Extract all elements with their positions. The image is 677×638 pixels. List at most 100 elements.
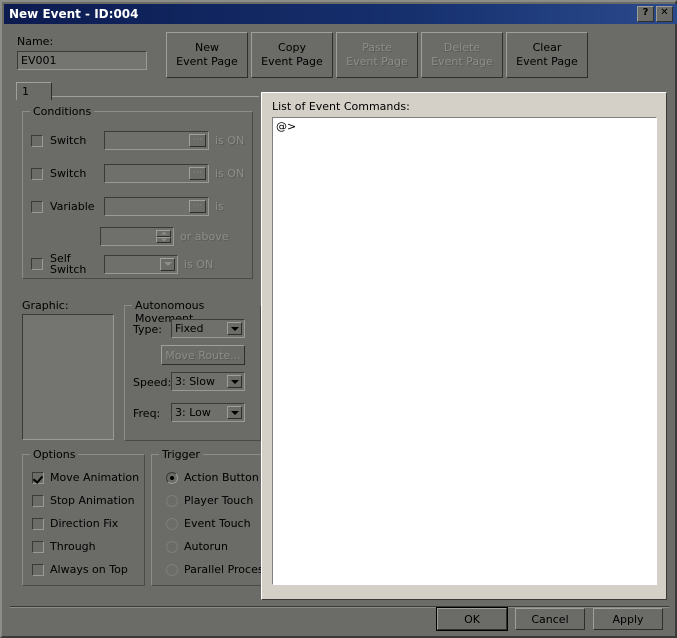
- paste-event-page-line2: Event Page: [346, 55, 408, 68]
- condition-variable-suffix: is: [215, 200, 224, 213]
- options-group: Options Move Animation Stop Animation Di…: [22, 448, 145, 586]
- option-direction-fix-checkbox[interactable]: [32, 517, 44, 530]
- condition-switch-2-checkbox[interactable]: [31, 167, 43, 180]
- paste-event-page-line1: Paste: [362, 41, 392, 54]
- new-event-page-button[interactable]: New Event Page: [166, 32, 248, 78]
- option-always-on-top[interactable]: Always on Top: [32, 563, 128, 576]
- copy-event-page-line2: Event Page: [261, 55, 323, 68]
- condition-self-switch-suffix: is ON: [184, 257, 214, 271]
- condition-row-switch-1: Switch ··· is ON: [31, 131, 244, 150]
- condition-self-switch-checkbox[interactable]: [31, 258, 43, 270]
- trigger-player-touch-label: Player Touch: [184, 494, 254, 507]
- close-icon[interactable]: ✕: [656, 6, 673, 22]
- condition-self-switch-combo: [104, 254, 178, 274]
- condition-variable-browse-button: ···: [189, 200, 206, 213]
- movement-freq-label: Freq:: [133, 407, 161, 420]
- option-through-label: Through: [50, 540, 96, 553]
- movement-freq-combo[interactable]: 3: Low: [171, 403, 245, 422]
- event-commands-list[interactable]: @>: [272, 117, 657, 585]
- trigger-parallel-process-label: Parallel Process: [184, 563, 270, 576]
- option-direction-fix[interactable]: Direction Fix: [32, 517, 118, 530]
- option-direction-fix-label: Direction Fix: [50, 517, 119, 530]
- event-commands-panel: List of Event Commands: @>: [261, 92, 667, 600]
- trigger-action-button-radio[interactable]: [166, 471, 178, 484]
- cancel-button[interactable]: Cancel: [515, 608, 585, 630]
- option-through-checkbox[interactable]: [32, 540, 44, 553]
- trigger-action-button[interactable]: Action Button: [166, 471, 259, 484]
- event-page-settings: Conditions Switch ··· is ON Switch ··· i…: [16, 99, 276, 594]
- copy-event-page-button[interactable]: Copy Event Page: [251, 32, 333, 78]
- trigger-player-touch[interactable]: Player Touch: [166, 494, 253, 507]
- delete-event-page-line2: Event Page: [431, 55, 493, 68]
- condition-variable-label: Variable: [50, 200, 95, 213]
- condition-variable-amount-row: or above: [100, 227, 228, 246]
- trigger-autorun[interactable]: Autorun: [166, 540, 228, 553]
- trigger-legend: Trigger: [159, 448, 203, 461]
- delete-event-page-line1: Delete: [443, 41, 481, 54]
- spinner-down-icon: [156, 236, 171, 243]
- condition-variable-field: ···: [104, 197, 209, 216]
- option-move-animation-checkbox[interactable]: [32, 471, 44, 484]
- condition-row-self-switch: Self Switch is ON: [31, 253, 213, 275]
- clear-event-page-line2: Event Page: [516, 55, 578, 68]
- copy-event-page-line1: Copy: [278, 41, 306, 54]
- list-item[interactable]: @>: [273, 118, 656, 135]
- trigger-parallel-process[interactable]: Parallel Process: [166, 563, 269, 576]
- dialog-buttons: OK Cancel Apply: [436, 607, 663, 631]
- clear-event-page-button[interactable]: Clear Event Page: [506, 32, 588, 78]
- condition-variable-amount-spinner: [156, 230, 171, 243]
- ok-button[interactable]: OK: [436, 607, 508, 631]
- option-stop-animation-label: Stop Animation: [50, 494, 135, 507]
- move-route-button: Move Route...: [161, 345, 245, 365]
- chevron-down-icon: [227, 322, 242, 335]
- window-title: New Event - ID:004: [9, 7, 139, 21]
- trigger-autorun-label: Autorun: [184, 540, 229, 553]
- paste-event-page-button: Paste Event Page: [336, 32, 418, 78]
- trigger-event-touch[interactable]: Event Touch: [166, 517, 251, 530]
- trigger-autorun-radio[interactable]: [166, 540, 178, 553]
- graphic-preview[interactable]: [22, 314, 114, 440]
- condition-variable-checkbox[interactable]: [31, 200, 43, 213]
- condition-switch-1-label: Switch: [50, 134, 87, 147]
- condition-self-switch-label-line2: Switch: [50, 263, 87, 276]
- condition-switch-2-browse-button: ···: [189, 167, 206, 180]
- name-label: Name:: [17, 35, 54, 48]
- condition-switch-1-browse-button: ···: [189, 134, 206, 147]
- trigger-action-button-label: Action Button: [184, 471, 259, 484]
- chevron-down-icon: [227, 406, 242, 419]
- condition-row-switch-2: Switch ··· is ON: [31, 164, 244, 183]
- condition-row-variable: Variable ··· is: [31, 197, 224, 216]
- delete-event-page-button: Delete Event Page: [421, 32, 503, 78]
- trigger-event-touch-radio[interactable]: [166, 517, 178, 530]
- help-icon[interactable]: ?: [637, 6, 654, 22]
- conditions-group: Conditions Switch ··· is ON Switch ··· i…: [22, 105, 253, 279]
- new-event-page-line2: Event Page: [176, 55, 238, 68]
- movement-speed-value: 3: Slow: [175, 375, 215, 388]
- trigger-group: Trigger Action Button Player Touch Event…: [151, 448, 276, 586]
- graphic-label: Graphic:: [22, 299, 69, 312]
- condition-switch-2-label: Switch: [50, 167, 87, 180]
- movement-speed-combo[interactable]: 3: Slow: [171, 372, 245, 391]
- condition-switch-2-suffix: is ON: [215, 167, 245, 180]
- autonomous-movement-group: Autonomous Movement Type: Fixed Move Rou…: [124, 299, 261, 441]
- movement-type-label: Type:: [133, 323, 162, 336]
- trigger-parallel-process-radio[interactable]: [166, 563, 178, 576]
- option-always-on-top-label: Always on Top: [50, 563, 128, 576]
- event-commands-label: List of Event Commands:: [272, 100, 410, 113]
- title-bar: New Event - ID:004 ? ✕: [4, 4, 677, 24]
- event-name-input[interactable]: [17, 51, 147, 70]
- option-stop-animation-checkbox[interactable]: [32, 494, 44, 507]
- option-always-on-top-checkbox[interactable]: [32, 563, 44, 576]
- movement-freq-value: 3: Low: [175, 406, 211, 419]
- movement-type-combo[interactable]: Fixed: [171, 319, 245, 338]
- trigger-player-touch-radio[interactable]: [166, 494, 178, 507]
- apply-button[interactable]: Apply: [593, 608, 663, 630]
- condition-switch-1-field: ···: [104, 131, 209, 150]
- movement-speed-label: Speed:: [133, 376, 172, 389]
- option-move-animation[interactable]: Move Animation: [32, 471, 139, 484]
- tab-page-1[interactable]: 1: [16, 82, 52, 100]
- option-through[interactable]: Through: [32, 540, 96, 553]
- conditions-legend: Conditions: [30, 105, 95, 118]
- condition-switch-1-checkbox[interactable]: [31, 134, 43, 147]
- option-stop-animation[interactable]: Stop Animation: [32, 494, 135, 507]
